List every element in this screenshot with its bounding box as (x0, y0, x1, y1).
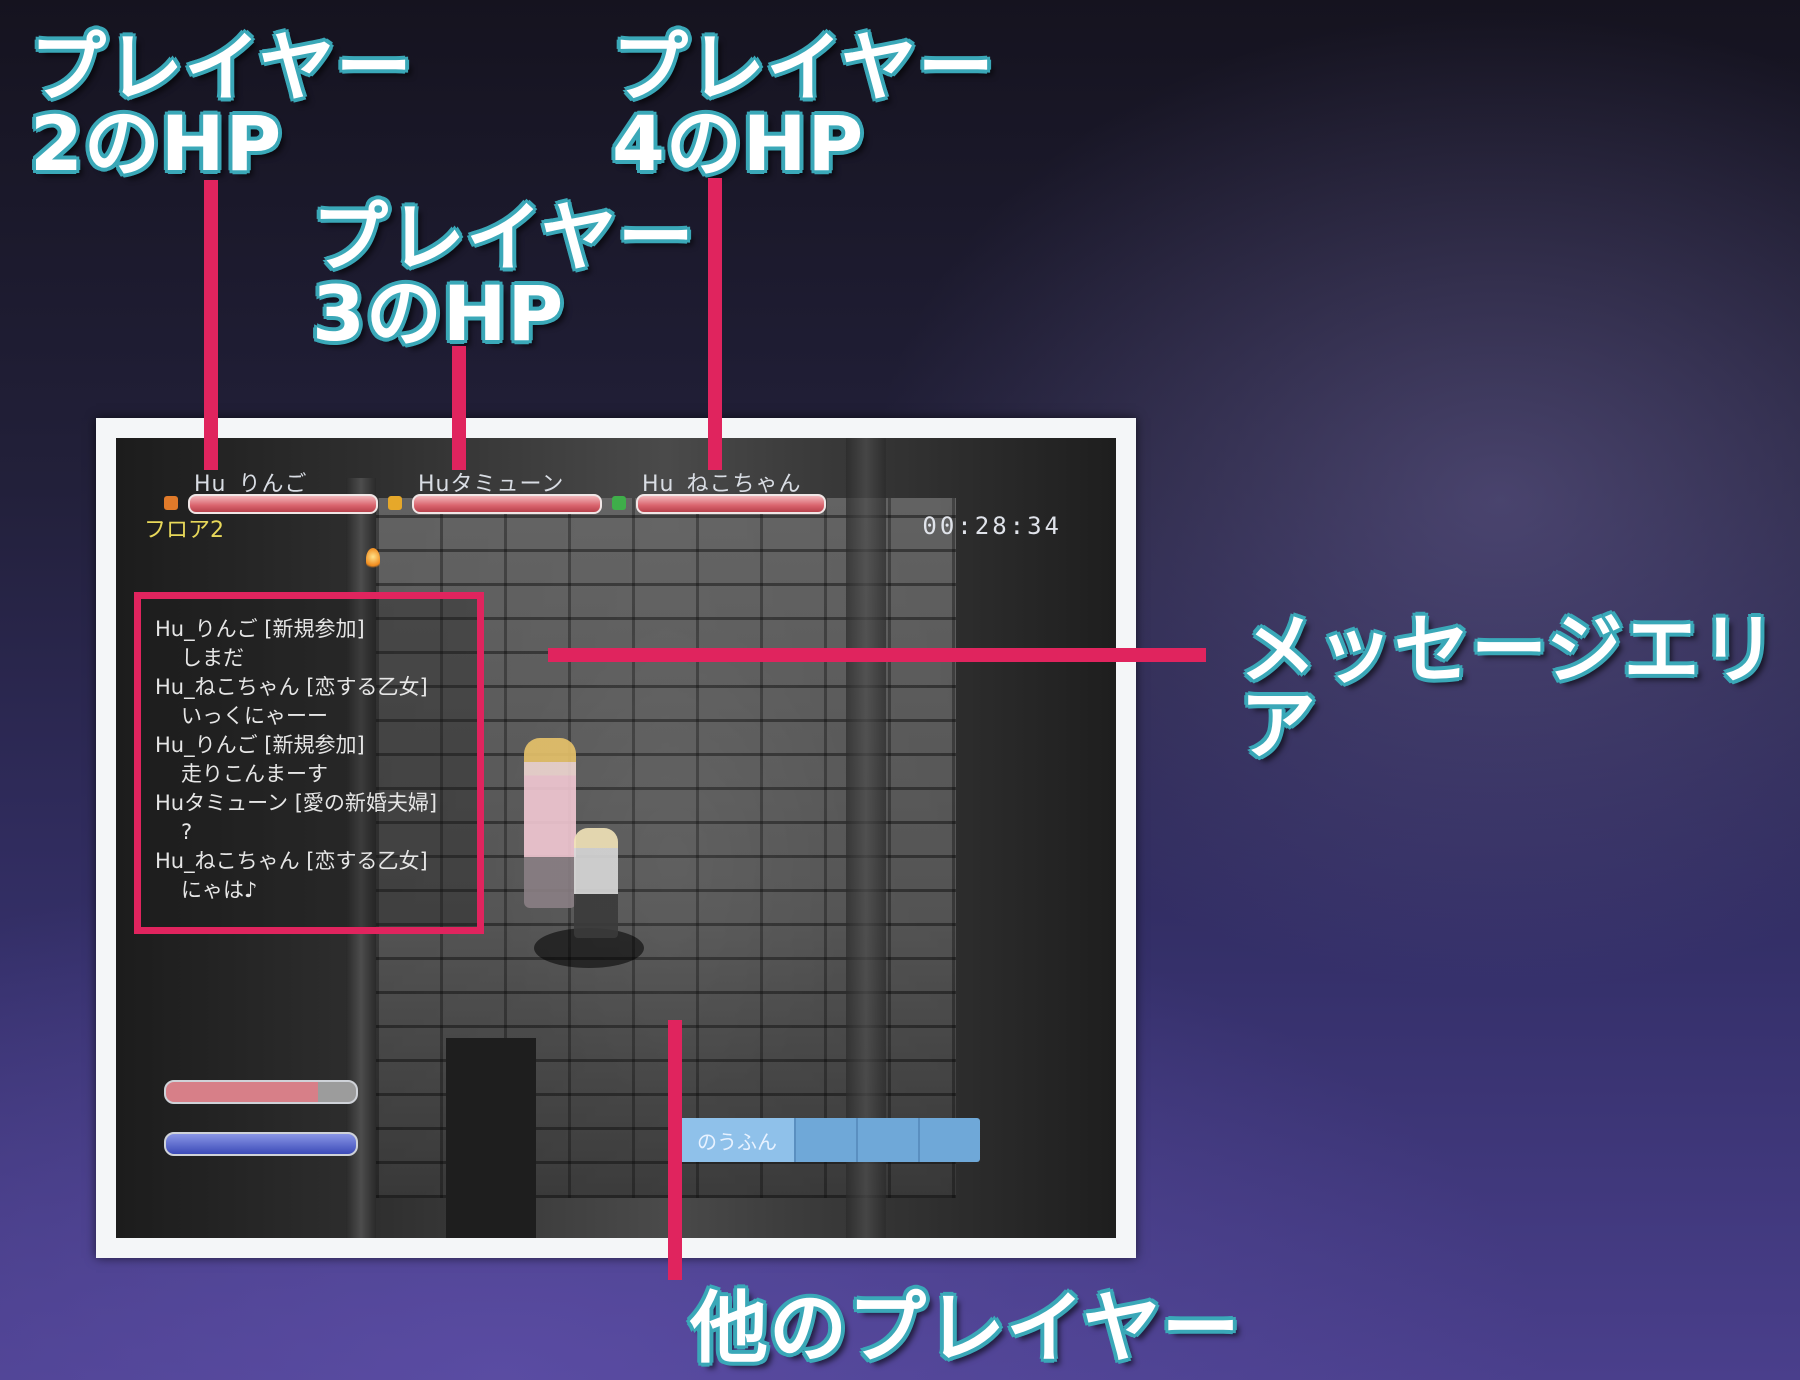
message-item: Hu_りんご [新規参加] しまだ (155, 615, 469, 673)
game-screen-frame: Hu_りんご Huタミューン Hu_ねこちゃん フロア2 00:28:34 Hu… (96, 418, 1136, 1258)
callout-player4-hp-line2: 4のHP (612, 99, 865, 188)
message-item: Hu_ねこちゃん [恋する乙女] にゃは♪ (155, 847, 469, 905)
message-body: しまだ (181, 646, 244, 670)
message-body: にゃは♪ (181, 878, 258, 902)
message-area: Hu_りんご [新規参加] しまだ Hu_ねこちゃん [恋する乙女] いっくにゃ… (134, 592, 484, 934)
callout-line-player2 (204, 180, 218, 470)
callout-player4-hp-line1: プレイヤー (612, 23, 995, 112)
party-member-2-hp-bar (412, 494, 602, 514)
message-sender: Hu_りんご [新規参加] (155, 617, 365, 641)
callout-other-player: 他のプレイヤー (690, 1284, 1241, 1374)
action-palette: のうふん (680, 1118, 980, 1162)
party-member-3-hp-bar (636, 494, 826, 514)
message-body: ? (181, 820, 193, 844)
callout-message-area: メッセージエリア (1240, 605, 1778, 770)
callout-player2-hp-line1: プレイヤー (30, 23, 413, 112)
party-member-3-icon (612, 496, 626, 510)
party-member-1-hp-bar (188, 494, 378, 514)
message-item: Hu_ねこちゃん [恋する乙女] いっくにゃーー (155, 673, 469, 731)
player-tp-gauge (164, 1132, 358, 1156)
torch-flame (366, 548, 380, 570)
callout-line-message-area (548, 648, 1206, 662)
other-player-characters (514, 738, 644, 968)
callout-line-player4 (708, 178, 722, 470)
message-sender: Hu_りんご [新規参加] (155, 733, 365, 757)
message-item: Huタミューン [愛の新婚夫婦] ? (155, 789, 469, 847)
message-sender: Huタミューン [愛の新婚夫婦] (155, 791, 438, 815)
callout-line-player3 (452, 346, 466, 470)
party-member-1-icon (164, 496, 178, 510)
callout-player2-hp-line2: 2のHP (30, 99, 283, 188)
character-female (524, 738, 576, 908)
action-slot-1[interactable]: のうふん (680, 1118, 796, 1162)
message-item: Hu_りんご [新規参加] 走りこんまーす (155, 731, 469, 789)
play-timer: 00:28:34 (922, 512, 1062, 540)
action-slot-2[interactable] (796, 1118, 858, 1162)
character-small (574, 828, 618, 938)
callout-player3-hp-line1: プレイヤー (312, 193, 695, 282)
party-member-2-icon (388, 496, 402, 510)
message-body: 走りこんまーす (181, 762, 328, 786)
message-sender: Hu_ねこちゃん [恋する乙女] (155, 675, 428, 699)
callout-player3-hp: プレイヤー 3のHP (312, 200, 695, 352)
game-screen: Hu_りんご Huタミューン Hu_ねこちゃん フロア2 00:28:34 Hu… (116, 438, 1116, 1238)
callout-player2-hp: プレイヤー 2のHP (30, 30, 413, 182)
action-slot-3[interactable] (858, 1118, 920, 1162)
player-hp-gauge (164, 1080, 358, 1104)
callout-player4-hp: プレイヤー 4のHP (612, 30, 995, 182)
message-sender: Hu_ねこちゃん [恋する乙女] (155, 849, 428, 873)
doorway (446, 1038, 536, 1238)
action-slot-4[interactable] (920, 1118, 980, 1162)
message-list: Hu_りんご [新規参加] しまだ Hu_ねこちゃん [恋する乙女] いっくにゃ… (155, 615, 469, 905)
callout-line-other-player (668, 1020, 682, 1280)
message-body: いっくにゃーー (181, 704, 328, 728)
callout-player3-hp-line2: 3のHP (312, 269, 565, 358)
floor-indicator: フロア2 (144, 518, 224, 543)
